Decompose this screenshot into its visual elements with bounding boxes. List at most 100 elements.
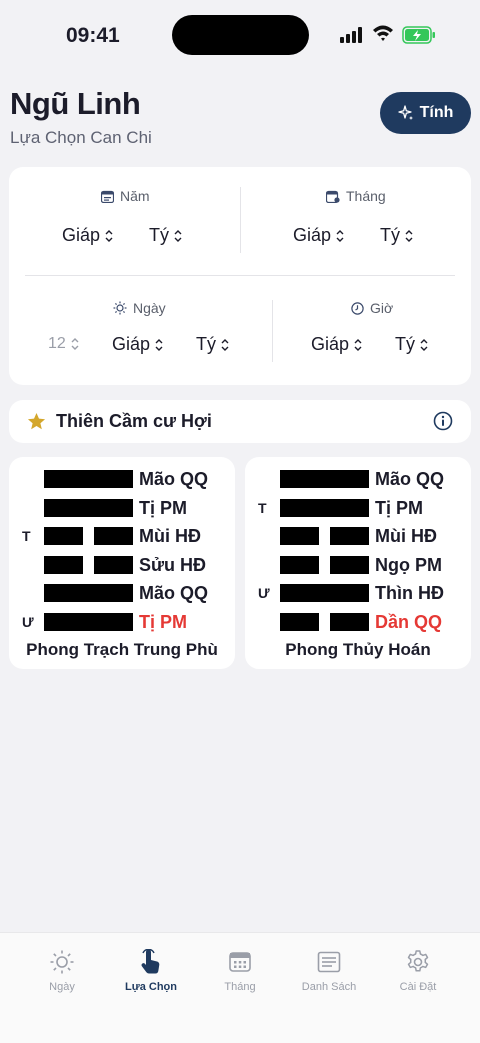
yin-line-segment (94, 527, 133, 545)
tab-settings[interactable]: Cài Đặt (370, 949, 466, 993)
cellular-signal-icon (340, 27, 362, 43)
hour-label: Giờ (351, 300, 393, 316)
hexagram-line: Mùi HĐ (245, 526, 471, 546)
sun-icon (50, 950, 74, 974)
calendar-icon (101, 190, 114, 203)
yin-line-segment (330, 527, 369, 545)
tab-selection[interactable]: Lựa Chọn (103, 949, 199, 993)
year-branch-picker[interactable]: Tý (149, 225, 183, 246)
month-label: Tháng (326, 188, 386, 204)
clock-icon (351, 301, 364, 315)
line-marker: T (258, 499, 267, 516)
line-label: Mão QQ (139, 583, 209, 603)
yin-line-segment (280, 612, 319, 631)
line-marker: Ư (258, 585, 270, 601)
line-label: Tị PM (139, 497, 187, 518)
star-icon (27, 412, 46, 430)
yin-line-segment (280, 527, 319, 545)
yang-line-bar (280, 584, 369, 602)
up-down-chevron-icon (174, 229, 182, 242)
dynamic-island (172, 15, 309, 55)
hexagram-line: Ngọ PM (245, 555, 471, 575)
up-down-chevron-icon (71, 338, 79, 350)
line-label: Tị PM (139, 611, 187, 632)
page-title: Ngũ Linh (10, 86, 141, 121)
day-stem-picker[interactable]: Giáp (112, 334, 164, 355)
star-info-title: Thiên Cầm cư Hợi (56, 411, 212, 431)
hexagram-line: Dần QQ (245, 612, 471, 632)
up-down-chevron-icon (354, 338, 362, 351)
month-branch-picker[interactable]: Tý (380, 225, 414, 246)
month-stem-picker[interactable]: Giáp (293, 225, 345, 246)
info-icon[interactable] (433, 411, 453, 431)
tab-day[interactable]: Ngày (14, 949, 110, 993)
yin-line-segment (280, 555, 319, 574)
up-down-chevron-icon (105, 229, 113, 242)
status-bar: 09:41 (0, 0, 480, 70)
line-label: Dần QQ (375, 611, 443, 632)
yin-line-segment (330, 612, 369, 631)
divider (240, 187, 241, 253)
list-icon (317, 951, 341, 973)
page-subtitle: Lựa Chọn Can Chi (10, 128, 152, 147)
star-info-card: Thiên Cầm cư Hợi (9, 400, 471, 443)
year-stem-picker[interactable]: Giáp (62, 225, 114, 246)
yang-line-bar (280, 470, 369, 488)
can-chi-selector-card: Năm Giáp Tý Tháng Giáp Tý Ngày 12 Giáp T… (9, 167, 471, 385)
up-down-chevron-icon (155, 338, 163, 351)
divider (272, 300, 273, 362)
hexagram-line: Mão QQ (9, 469, 235, 489)
hexagram-line: Ư Thìn HĐ (245, 583, 471, 603)
yin-line-segment (44, 555, 83, 574)
gear-icon (407, 950, 429, 972)
up-down-chevron-icon (405, 229, 413, 242)
hexagram-card-main[interactable]: Mão QQ Tị PM T Mùi HĐ Sửu HĐ Mão QQ Ư Tị PM Pho… (9, 457, 235, 669)
yin-line-segment (330, 555, 369, 574)
hexagram-line: Sửu HĐ (9, 555, 235, 575)
yin-line-segment (44, 527, 83, 545)
day-label: Ngày (113, 300, 166, 316)
calculate-button[interactable]: Tính (380, 92, 471, 134)
sun-icon (113, 301, 127, 315)
up-down-chevron-icon (336, 229, 344, 242)
yang-line-bar (44, 470, 133, 488)
hexagram-line: Ư Tị PM (9, 612, 235, 632)
day-number-picker[interactable]: 12 (48, 335, 80, 353)
line-label: Tị PM (375, 497, 423, 518)
yang-line-bar (44, 498, 133, 517)
calendar-clock-icon (326, 190, 340, 203)
tab-list[interactable]: Danh Sách (281, 949, 377, 993)
up-down-chevron-icon (420, 338, 428, 351)
battery-charging-icon (402, 26, 435, 44)
hexagram-name: Phong Trạch Trung Phù (26, 640, 218, 659)
wifi-icon (373, 25, 393, 41)
hour-branch-picker[interactable]: Tý (395, 334, 429, 355)
yin-line-segment (94, 555, 133, 574)
hexagram-card-changed[interactable]: Mão QQ T Tị PM Mùi HĐ Ngọ PM Ư Thìn HĐ Dần QQ P… (245, 457, 471, 669)
yang-line-bar (44, 584, 133, 602)
hexagram-name: Phong Thủy Hoán (285, 640, 431, 659)
yang-line-bar (280, 498, 369, 517)
tab-month[interactable]: Tháng (192, 949, 288, 993)
day-branch-picker[interactable]: Tý (196, 334, 230, 355)
status-time: 09:41 (66, 24, 120, 47)
divider (25, 275, 455, 276)
yang-line-bar (44, 612, 133, 631)
hexagram-line: T Tị PM (245, 498, 471, 518)
hexagram-line: Mão QQ (9, 583, 235, 603)
calendar-icon (229, 952, 251, 972)
line-label: Mùi HĐ (375, 526, 437, 546)
line-label: Ngọ PM (375, 554, 442, 575)
calculate-label: Tính (419, 104, 454, 121)
line-label: Mùi HĐ (139, 526, 201, 546)
up-down-chevron-icon (221, 338, 229, 351)
sparkle-icon (397, 105, 413, 120)
hexagram-line: Mão QQ (245, 469, 471, 489)
page-header: Ngũ Linh Lựa Chọn Can Chi (10, 86, 152, 148)
tab-bar: Ngày Lựa Chọn Tháng Danh Sách Cài Đặt (0, 932, 480, 1043)
line-marker: T (22, 528, 31, 544)
hour-stem-picker[interactable]: Giáp (311, 334, 363, 355)
line-label: Sửu HĐ (139, 554, 207, 575)
line-label: Mão QQ (375, 469, 445, 489)
line-label: Thìn HĐ (375, 583, 444, 603)
